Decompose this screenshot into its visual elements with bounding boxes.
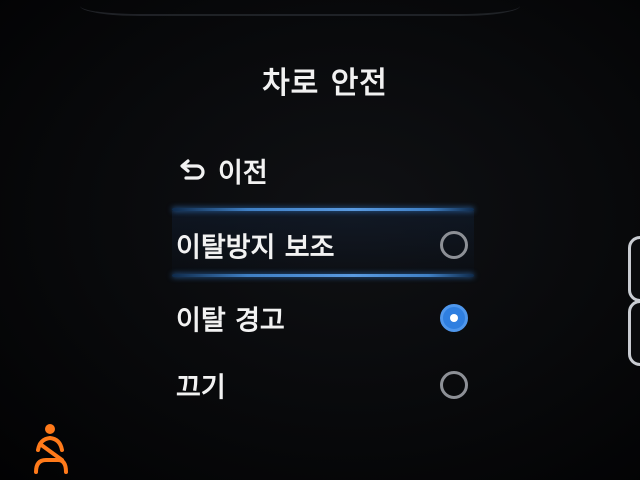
radio-button-selected[interactable] xyxy=(440,304,468,332)
back-label: 이전 xyxy=(218,157,268,189)
option-lane-keeping-assist[interactable]: 이탈방지 보조 xyxy=(172,220,474,270)
option-off[interactable]: 끄기 xyxy=(172,360,474,410)
option-lane-departure-warning[interactable]: 이탈 경고 xyxy=(172,293,474,343)
radio-button[interactable] xyxy=(440,231,468,259)
cluster-display: 차로 안전 이전 이탈방지 보조 이탈 경고 끄기 xyxy=(0,0,640,480)
radio-button[interactable] xyxy=(440,371,468,399)
selection-line-top xyxy=(172,208,474,211)
menu-title: 차로 안전 xyxy=(262,66,388,101)
display-bezel-top xyxy=(80,0,520,16)
back-arrow-icon xyxy=(178,158,208,182)
option-label: 끄기 xyxy=(176,372,226,404)
back-button[interactable]: 이전 xyxy=(178,150,268,190)
option-label: 이탈방지 보조 xyxy=(176,232,335,264)
side-gauge-segment xyxy=(628,300,640,366)
seatbelt-warning-icon xyxy=(34,424,68,474)
option-label: 이탈 경고 xyxy=(176,305,285,337)
side-gauge-segment xyxy=(628,236,640,302)
selection-line-bottom xyxy=(172,274,474,277)
